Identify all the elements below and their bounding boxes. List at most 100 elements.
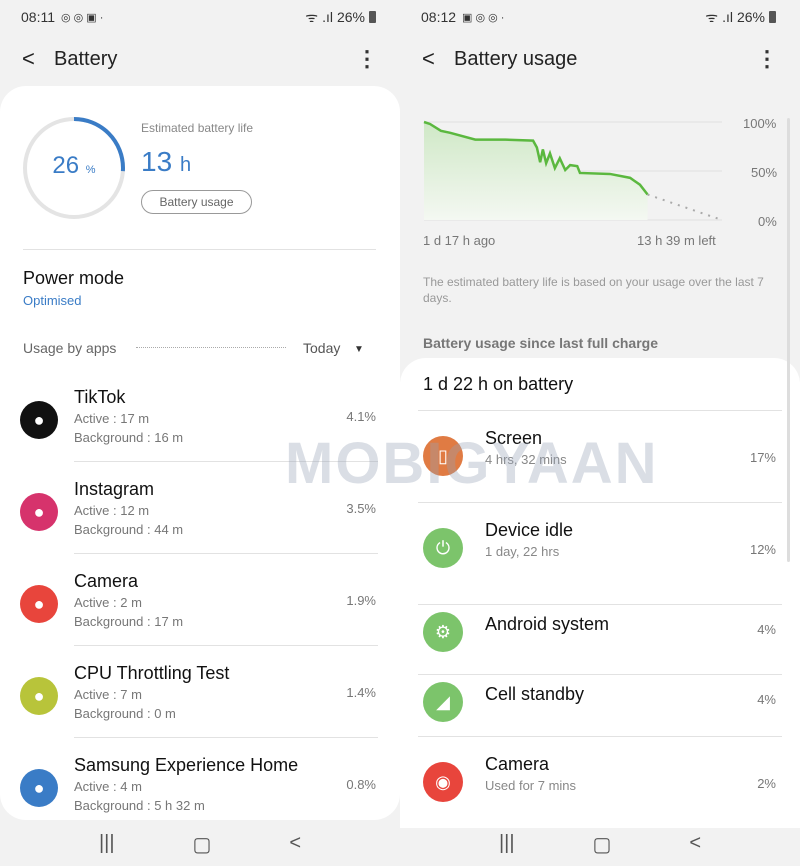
item-name: Device idle	[485, 520, 574, 540]
item-subtitle: 1 day, 22 hrs	[485, 544, 560, 559]
home-button[interactable]: ▢	[193, 832, 212, 857]
active-time: Active : 12 m	[74, 503, 150, 518]
signal-icon: .ıl	[322, 9, 333, 25]
x-axis-end-label: 13 h 39 m left	[637, 233, 716, 248]
x-axis-start-label: 1 d 17 h ago	[423, 233, 496, 248]
battery-usage-button[interactable]: Battery usage	[141, 190, 252, 214]
gear-icon: ⚙	[423, 612, 463, 652]
usage-item[interactable]: ⏻ Device idle 1 day, 22 hrs 12%	[400, 502, 800, 594]
usage-percent: 3.5%	[346, 501, 376, 516]
status-bar: 08:11 ◎ ◎ ▣ · ᯤ .ıl 26%	[21, 8, 376, 26]
app-name: Instagram	[74, 479, 155, 499]
item-percent: 4%	[757, 692, 776, 707]
divider	[23, 249, 376, 250]
page-title: Battery usage	[454, 47, 578, 70]
item-percent: 17%	[749, 450, 776, 465]
app-name: Samsung Experience Home	[74, 755, 299, 775]
signal-icon: ◢	[423, 682, 463, 722]
tiktok-icon: ●	[20, 401, 58, 439]
item-percent: 4%	[757, 622, 776, 637]
dropdown-arrow-icon[interactable]: ▼	[354, 344, 364, 355]
battery-level: 26%	[736, 9, 765, 25]
period-dropdown[interactable]: Today	[303, 340, 340, 356]
divider	[136, 347, 286, 348]
divider	[418, 604, 782, 605]
wifi-icon: ᯤ	[705, 8, 719, 25]
power-mode-label[interactable]: Power mode	[23, 268, 124, 289]
y-tick-label: 50%	[751, 165, 778, 180]
wifi-icon: ᯤ	[305, 8, 319, 25]
usage-percent: 0.8%	[346, 777, 376, 792]
background-time: Background : 16 m	[74, 430, 184, 445]
background-time: Background : 5 h 32 m	[74, 798, 205, 813]
projection-line	[647, 193, 723, 221]
power-icon: ⏻	[423, 528, 463, 568]
usage-item[interactable]: ◢ Cell standby 4%	[400, 674, 800, 744]
active-time: Active : 7 m	[74, 687, 142, 702]
home-button[interactable]: ▢	[593, 832, 612, 857]
usage-percent: 4.1%	[346, 409, 376, 424]
divider	[74, 553, 378, 554]
battery-chart	[423, 120, 723, 221]
clock: 08:11	[21, 9, 55, 25]
app-name: TikTok	[74, 387, 126, 407]
usage-item[interactable]: ⚙ Android system 4%	[400, 604, 800, 674]
app-row[interactable]: ● CPU Throttling Test Active : 7 m Backg…	[0, 663, 400, 755]
battery-icon	[769, 11, 776, 23]
battery-percent: 26 %	[52, 152, 96, 179]
item-name: Cell standby	[485, 684, 585, 704]
y-tick-label: 100%	[743, 116, 777, 131]
usage-percent: 1.4%	[346, 685, 376, 700]
cpu-test-icon: ●	[20, 677, 58, 715]
battery-level: 26%	[336, 9, 365, 25]
home-icon: ●	[20, 769, 58, 807]
more-options-icon[interactable]: ⋮	[756, 46, 778, 72]
navigation-bar: ||| ▢ <	[0, 832, 400, 857]
item-percent: 2%	[757, 776, 776, 791]
divider	[418, 736, 782, 737]
item-name: Camera	[485, 754, 550, 774]
page-title: Battery	[54, 47, 118, 70]
status-bar: 08:12 ▣ ◎ ◎ · ᯤ .ıl 26%	[421, 8, 776, 26]
estimated-life-label: Estimated battery life	[141, 121, 254, 135]
camera-icon: ◉	[423, 762, 463, 802]
battery-icon	[369, 11, 376, 23]
more-options-icon[interactable]: ⋮	[356, 46, 378, 72]
app-name: CPU Throttling Test	[74, 663, 230, 683]
back-button[interactable]: <	[22, 46, 54, 72]
estimate-note: The estimated battery life is based on y…	[423, 275, 764, 305]
divider	[418, 674, 782, 675]
divider	[74, 645, 378, 646]
usage-item[interactable]: ◉ Camera Used for 7 mins 2%	[400, 736, 800, 806]
back-nav-button[interactable]: <	[689, 832, 701, 857]
instagram-notification-icon: ◎ ◎ ▣ ·	[61, 11, 104, 24]
app-row[interactable]: ● Camera Active : 2 m Background : 17 m …	[0, 571, 400, 663]
active-time: Active : 4 m	[74, 779, 142, 794]
active-time: Active : 2 m	[74, 595, 142, 610]
usage-by-apps-label: Usage by apps	[23, 340, 117, 356]
item-subtitle: Used for 7 mins	[485, 778, 577, 793]
divider	[418, 410, 782, 411]
notification-icons: ▣ ◎ ◎ ·	[462, 11, 505, 24]
power-mode-value: Optimised	[23, 293, 82, 308]
back-button[interactable]: <	[422, 46, 454, 72]
item-percent: 12%	[749, 542, 776, 557]
recents-button[interactable]: |||	[99, 832, 115, 857]
estimated-life-value: 13 h	[141, 146, 192, 177]
background-time: Background : 44 m	[74, 522, 184, 537]
recents-button[interactable]: |||	[499, 832, 515, 857]
navigation-bar: ||| ▢ <	[400, 832, 800, 857]
instagram-icon: ●	[20, 493, 58, 531]
clock: 08:12	[421, 9, 457, 25]
active-time: Active : 17 m	[74, 411, 150, 426]
background-time: Background : 0 m	[74, 706, 176, 721]
on-battery-duration: 1 d 22 h on battery	[423, 374, 574, 394]
scrollbar[interactable]	[787, 118, 790, 562]
back-nav-button[interactable]: <	[289, 832, 301, 857]
app-name: Camera	[74, 571, 139, 591]
watermark: MOBIGYAAN	[285, 431, 659, 496]
signal-icon: .ıl	[722, 9, 733, 25]
y-tick-label: 0%	[758, 214, 777, 229]
background-time: Background : 17 m	[74, 614, 184, 629]
usage-percent: 1.9%	[346, 593, 376, 608]
